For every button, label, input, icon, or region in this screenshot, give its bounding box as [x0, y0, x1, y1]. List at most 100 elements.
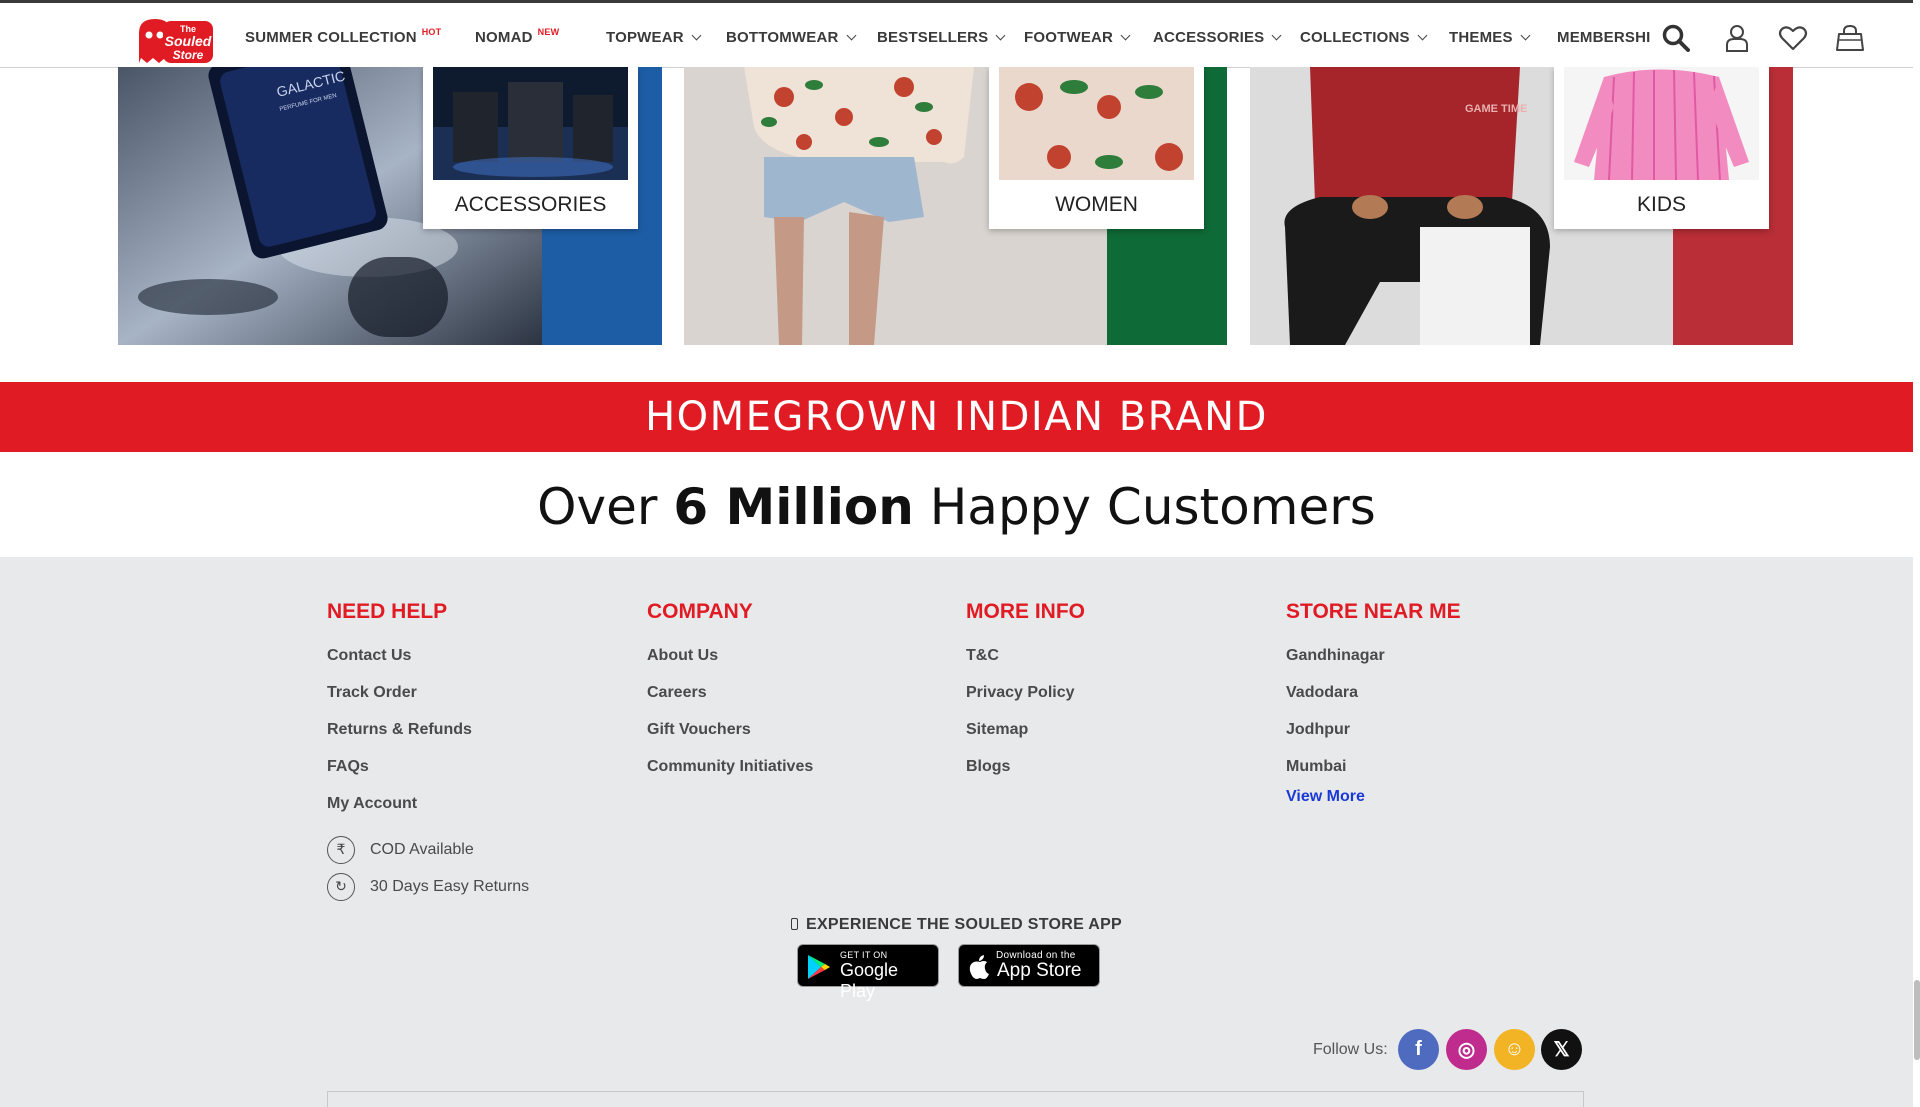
- nav-label: TOPWEAR: [606, 29, 684, 46]
- category-tile-kids[interactable]: GAME TIME KIDS: [1250, 67, 1793, 345]
- footer-store-near-me: STORE NEAR ME Gandhinagar Vadodara Jodhp…: [1286, 600, 1461, 824]
- nav-membership[interactable]: MEMBERSHIP: [1557, 23, 1650, 53]
- facebook-icon[interactable]: f: [1398, 1029, 1439, 1070]
- my-account-link[interactable]: My Account: [327, 794, 529, 831]
- rupee-icon: ₹: [327, 835, 355, 864]
- nav-label: NOMAD: [475, 29, 533, 46]
- chevron-down-icon: [691, 30, 702, 41]
- google-play-button[interactable]: GET IT ON Google Play: [797, 944, 939, 1001]
- nav-themes[interactable]: THEMES: [1449, 29, 1531, 46]
- community-initiatives-link[interactable]: Community Initiatives: [647, 757, 813, 794]
- contact-us-link[interactable]: Contact Us: [327, 646, 529, 683]
- x-glyph: 𝕏: [1553, 1039, 1570, 1061]
- nav-label: ACCESSORIES: [1153, 29, 1265, 46]
- nav-nomad[interactable]: NOMAD NEW: [475, 27, 560, 46]
- nav-bottomwear[interactable]: BOTTOMWEAR: [726, 29, 856, 46]
- facebook-glyph: f: [1415, 1038, 1422, 1060]
- faqs-link[interactable]: FAQs: [327, 757, 529, 794]
- instagram-glyph: ◎: [1457, 1039, 1476, 1061]
- site-footer: NEED HELP Contact Us Track Order Returns…: [0, 557, 1913, 1107]
- track-order-link[interactable]: Track Order: [327, 683, 529, 720]
- blogs-link[interactable]: Blogs: [966, 757, 1085, 794]
- nav-collections[interactable]: COLLECTIONS: [1300, 29, 1428, 46]
- chevron-down-icon: [1520, 30, 1531, 41]
- gift-vouchers-link[interactable]: Gift Vouchers: [647, 720, 813, 757]
- nav-bestsellers[interactable]: BESTSELLERS: [877, 29, 1006, 46]
- nav-label: FOOTWEAR: [1024, 29, 1114, 46]
- footer-heading: MORE INFO: [966, 600, 1085, 623]
- category-card: ACCESSORIES: [423, 67, 638, 229]
- footer-company: COMPANY About Us Careers Gift Vouchers C…: [647, 600, 813, 794]
- footer-heading: STORE NEAR ME: [1286, 600, 1461, 623]
- nav-label: THEMES: [1449, 29, 1513, 46]
- store-vadodara-link[interactable]: Vadodara: [1286, 683, 1461, 720]
- page-scrollbar-thumb[interactable]: [1914, 980, 1920, 1060]
- bag-icon[interactable]: [1835, 23, 1865, 53]
- heart-icon[interactable]: [1778, 23, 1808, 53]
- category-tile-accessories[interactable]: GALACTIC PERFUME FOR MEN ACCESSORIES: [118, 67, 662, 345]
- tagline-prefix: Over: [537, 478, 674, 536]
- footer-need-help: NEED HELP Contact Us Track Order Returns…: [327, 600, 529, 905]
- nav-label: COLLECTIONS: [1300, 29, 1410, 46]
- women-thumbnail: [999, 67, 1194, 180]
- nav-topwear[interactable]: TOPWEAR: [606, 29, 702, 46]
- tagline-highlight: 6 Million: [673, 478, 914, 536]
- store-big-text: Google Play: [840, 960, 899, 1001]
- about-us-link[interactable]: About Us: [647, 646, 813, 683]
- feature-label: COD Available: [370, 840, 474, 858]
- app-heading-text: EXPERIENCE THE SOULED STORE APP: [805, 916, 1123, 933]
- store-big-text: App Store: [997, 960, 1082, 981]
- nav-label: BESTSELLERS: [877, 29, 989, 46]
- terms-link[interactable]: T&C: [966, 646, 1085, 683]
- store-jodhpur-link[interactable]: Jodhpur: [1286, 720, 1461, 757]
- nav-label: MEMBERSHIP: [1557, 29, 1650, 46]
- instagram-icon[interactable]: ◎: [1446, 1029, 1487, 1070]
- category-card: WOMEN: [989, 67, 1204, 229]
- feature-label: 30 Days Easy Returns: [370, 877, 530, 895]
- new-badge: NEW: [537, 27, 560, 37]
- snapchat-icon[interactable]: ☺: [1494, 1029, 1535, 1070]
- cod-available: ₹ COD Available: [327, 831, 529, 868]
- x-twitter-icon[interactable]: 𝕏: [1541, 1029, 1582, 1070]
- nav-footwear[interactable]: FOOTWEAR: [1024, 29, 1131, 46]
- banner-text: HOMEGROWN INDIAN BRAND: [645, 394, 1268, 440]
- privacy-policy-link[interactable]: Privacy Policy: [966, 683, 1085, 720]
- search-icon[interactable]: [1661, 23, 1691, 53]
- svg-text:GAME TIME: GAME TIME: [1465, 103, 1527, 115]
- follow-us-label: Follow Us:: [1313, 1041, 1388, 1058]
- store-gandhinagar-link[interactable]: Gandhinagar: [1286, 646, 1461, 683]
- souled-store-logo[interactable]: The Souled Store: [133, 15, 215, 65]
- user-icon[interactable]: [1722, 23, 1752, 53]
- category-card: KIDS: [1554, 67, 1769, 229]
- nav-label: SUMMER COLLECTION: [245, 29, 417, 46]
- accessories-thumbnail: [433, 67, 628, 180]
- homegrown-banner: HOMEGROWN INDIAN BRAND: [0, 382, 1913, 452]
- chevron-down-icon: [846, 30, 856, 41]
- footer-heading: COMPANY: [647, 600, 753, 623]
- chevron-down-icon: [995, 30, 1006, 41]
- careers-link[interactable]: Careers: [647, 683, 813, 720]
- apple-icon: [969, 955, 989, 979]
- footer-heading: NEED HELP: [327, 600, 448, 623]
- category-label: ACCESSORIES: [454, 193, 607, 216]
- customers-tagline: Over 6 Million Happy Customers: [0, 478, 1913, 536]
- kids-thumbnail: [1564, 67, 1759, 180]
- app-promo-heading: EXPERIENCE THE SOULED STORE APP: [0, 916, 1913, 934]
- store-small-text: GET IT ON: [840, 950, 888, 960]
- easy-returns: ↻ 30 Days Easy Returns: [327, 868, 529, 905]
- view-more-stores-link[interactable]: View More: [1286, 787, 1461, 824]
- svg-text:Souled: Souled: [165, 33, 212, 49]
- top-navigation-bar: The Souled Store SUMMER COLLECTION HOT NO…: [0, 0, 1913, 68]
- snapchat-glyph: ☺: [1504, 1038, 1525, 1060]
- footer-bottom-panel: [327, 1091, 1584, 1107]
- nav-summer-collection[interactable]: SUMMER COLLECTION HOT: [245, 27, 441, 46]
- app-store-button[interactable]: Download on the App Store: [958, 944, 1100, 987]
- returns-refunds-link[interactable]: Returns & Refunds: [327, 720, 529, 757]
- chevron-down-icon: [1271, 30, 1282, 41]
- nav-accessories[interactable]: ACCESSORIES: [1153, 29, 1282, 46]
- nav-label: BOTTOMWEAR: [726, 29, 839, 46]
- sitemap-link[interactable]: Sitemap: [966, 720, 1085, 757]
- category-tile-women[interactable]: WOMEN: [684, 67, 1227, 345]
- google-play-icon: [808, 955, 830, 979]
- category-label: KIDS: [1636, 193, 1686, 216]
